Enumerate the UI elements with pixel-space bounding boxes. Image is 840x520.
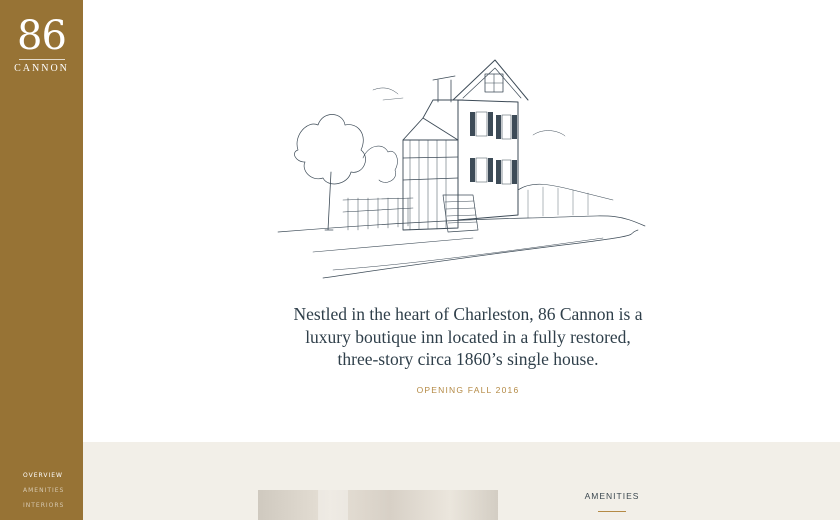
intro-line-3: three-story circa 1860’s single house. [337,349,599,369]
photo-highlight [318,490,348,520]
house-sketch-illustration [277,59,646,279]
logo[interactable]: 86 CANNON [0,14,83,75]
side-nav: OVERVIEW AMENITIES INTERIORS [23,472,64,517]
nav-interiors[interactable]: INTERIORS [23,502,64,509]
intro-line-2: luxury boutique inn located in a fully r… [305,326,631,347]
sidebar: 86 CANNON OVERVIEW AMENITIES INTERIORS [0,0,83,520]
amenities-heading: AMENITIES [584,491,640,501]
intro-paragraph: Nestled in the heart of Charleston, 86 C… [248,303,688,371]
amenities-divider [598,511,626,512]
nav-amenities[interactable]: AMENITIES [23,487,64,494]
intro-line-1: Nestled in the heart of Charleston, 86 C… [293,304,643,324]
opening-date: OPENING FALL 2016 [416,385,520,395]
logo-number: 86 [17,13,67,59]
nav-overview[interactable]: OVERVIEW [23,472,64,479]
amenities-photo [258,490,498,520]
amenities-section: AMENITIES [83,442,840,520]
logo-wordmark: CANNON [14,63,69,74]
logo-divider [18,59,65,60]
